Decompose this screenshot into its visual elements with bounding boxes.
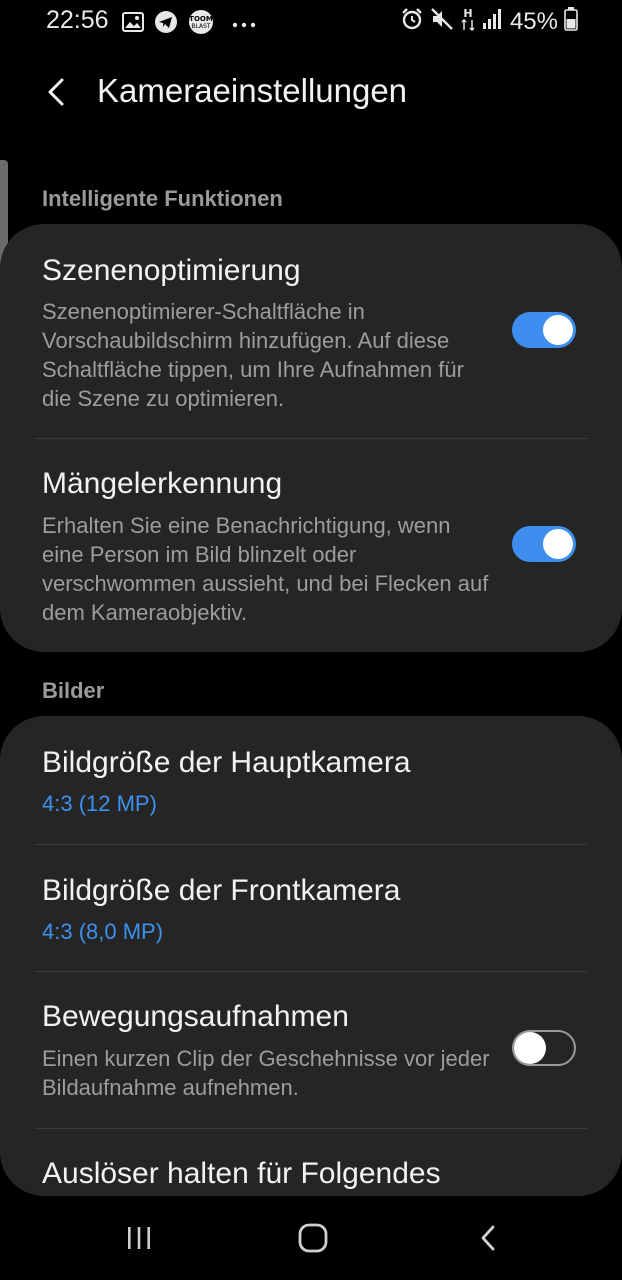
setting-title: Bewegungsaufnahmen [42, 1000, 349, 1033]
setting-description: Erhalten Sie eine Benachrichtigung, wenn… [42, 513, 489, 625]
toom-blast-icon: TOOM BLAST [188, 9, 214, 40]
setting-flaw-detection[interactable]: Mängelerkennung Erhalten Sie eine Benach… [0, 439, 622, 652]
setting-value: 4:3 (8,0 MP) [42, 919, 164, 944]
section-title-pictures: Bilder [42, 678, 105, 703]
recents-icon [128, 1227, 150, 1249]
setting-front-camera-size[interactable]: Bildgröße der Frontkamera 4:3 (8,0 MP) [0, 845, 622, 971]
page-title: Kameraeinstellungen [97, 72, 408, 109]
setting-motion-photos[interactable]: Bewegungsaufnahmen Einen kurzen Clip der… [0, 972, 622, 1128]
navigation-bar [0, 1196, 622, 1280]
signal-icon [482, 8, 504, 35]
status-left-icons: TOOM BLAST [122, 9, 256, 40]
setting-hold-shutter[interactable]: Auslöser halten für Folgendes [0, 1129, 622, 1196]
motion-photos-toggle[interactable] [512, 1030, 576, 1066]
setting-scene-optimizer[interactable]: Szenenoptimierung Szenenoptimierer-Schal… [0, 224, 622, 438]
setting-title: Mängelerkennung [42, 467, 283, 500]
battery-icon [564, 7, 578, 36]
toggle-knob [514, 1032, 546, 1064]
toggle-knob [543, 529, 573, 559]
mute-icon [430, 7, 454, 36]
setting-title: Szenenoptimierung [42, 254, 301, 287]
alarm-icon [400, 7, 424, 36]
gallery-icon [122, 12, 144, 37]
flaw-detection-toggle[interactable] [512, 526, 576, 562]
setting-description: Einen kurzen Clip der Geschehnisse vor j… [42, 1046, 490, 1100]
setting-main-camera-size[interactable]: Bildgröße der Hauptkamera 4:3 (12 MP) [0, 716, 622, 844]
app-header: Kameraeinstellungen [0, 60, 622, 130]
setting-title: Bildgröße der Hauptkamera [42, 746, 411, 779]
setting-value: 4:3 (12 MP) [42, 791, 157, 816]
toggle-knob [543, 315, 573, 345]
telegram-icon [154, 10, 178, 39]
setting-title: Auslöser halten für Folgendes [42, 1157, 441, 1190]
card-intelligent-features: Szenenoptimierung Szenenoptimierer-Schal… [0, 224, 622, 652]
card-pictures: Bildgröße der Hauptkamera 4:3 (12 MP) Bi… [0, 716, 622, 1196]
h-data-icon: H [460, 6, 476, 37]
setting-description: Szenenoptimierer-Schaltfläche in Vorscha… [42, 299, 464, 411]
recents-button[interactable] [115, 1216, 163, 1260]
svg-text:TOOM: TOOM [189, 15, 213, 23]
scene-optimizer-toggle[interactable] [512, 312, 576, 348]
status-bar: 22:56 TOOM BLAST H 45% [0, 0, 622, 44]
battery-percent: 45% [509, 7, 558, 35]
status-right-icons: H 45% [400, 6, 578, 37]
svg-text:BLAST: BLAST [191, 23, 211, 30]
back-icon [481, 1225, 495, 1251]
svg-text:H: H [463, 7, 472, 20]
home-icon [298, 1223, 328, 1253]
section-title-intelligent: Intelligente Funktionen [42, 186, 283, 211]
nav-back-button[interactable] [464, 1216, 512, 1260]
home-button[interactable] [289, 1216, 337, 1260]
setting-title: Bildgröße der Frontkamera [42, 874, 401, 907]
back-button[interactable] [32, 68, 80, 116]
status-time: 22:56 [46, 6, 109, 34]
more-dots-icon [232, 16, 256, 34]
chevron-left-icon [48, 78, 64, 106]
